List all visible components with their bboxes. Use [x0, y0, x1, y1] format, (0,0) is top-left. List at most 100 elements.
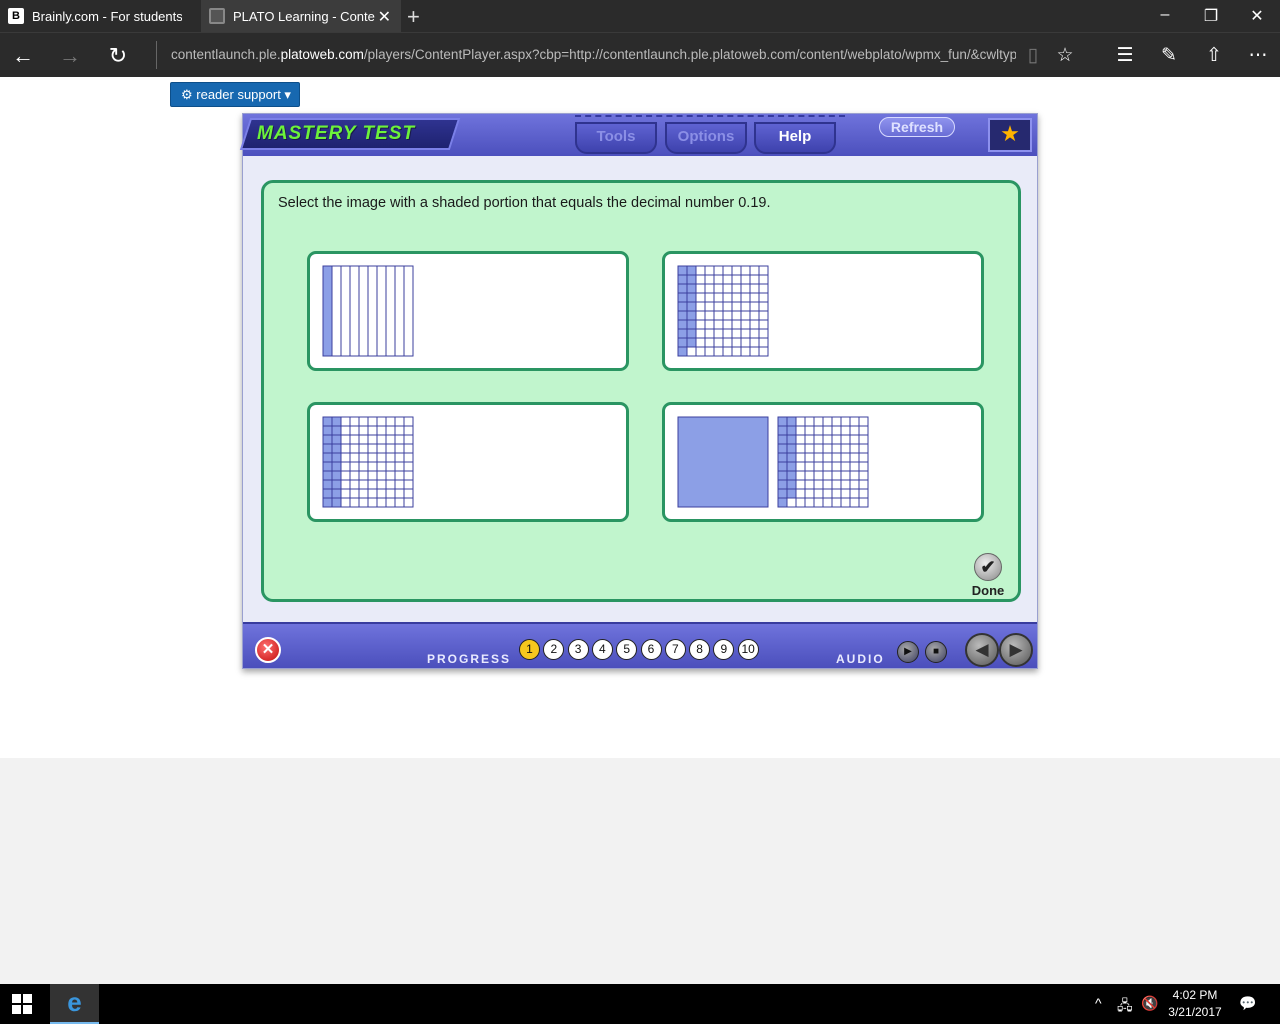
hundredth-grid-cell — [813, 425, 824, 436]
hundredth-grid-cell — [686, 301, 697, 312]
options-menu-button[interactable]: Options — [665, 122, 747, 154]
hundredth-grid-cell — [376, 488, 387, 499]
hundredth-grid-cell — [740, 301, 751, 312]
hundredth-grid-cell — [749, 346, 760, 357]
hundredth-grid-cell — [704, 328, 715, 339]
audio-stop-button[interactable]: ■ — [925, 641, 947, 663]
restore-button[interactable]: ❐ — [1201, 6, 1221, 26]
progress-item[interactable]: 5 — [616, 639, 638, 660]
hundredth-grid-cell — [367, 416, 378, 427]
answer-choice-d[interactable] — [662, 402, 984, 522]
progress-item[interactable]: 1 — [519, 639, 540, 660]
exit-button[interactable]: ✕ — [255, 637, 281, 663]
progress-item[interactable]: 9 — [713, 639, 735, 660]
taskbar-clock[interactable]: 4:02 PM 3/21/2017 — [1160, 987, 1230, 1021]
hundredth-grid-cell — [713, 301, 724, 312]
minimize-button[interactable]: – — [1155, 6, 1175, 24]
hundredth-grid-cell — [722, 337, 733, 348]
reading-view-icon[interactable]: ▯ — [1021, 44, 1045, 67]
refresh-button[interactable]: Refresh — [879, 117, 955, 137]
more-icon[interactable]: ⋯ — [1246, 44, 1270, 67]
answer-choice-b[interactable] — [662, 251, 984, 371]
web-note-icon[interactable]: ✎ — [1157, 44, 1181, 67]
hub-icon[interactable]: ☰ — [1113, 44, 1137, 67]
url-path: /players/ContentPlayer.aspx?cbp=http://c… — [363, 47, 1016, 62]
hundredth-grid-cell — [403, 416, 414, 427]
close-tab-icon[interactable]: ✕ — [378, 7, 391, 27]
progress-item[interactable]: 8 — [689, 639, 711, 660]
hundredth-grid-cell — [367, 434, 378, 445]
progress-item[interactable]: 10 — [737, 639, 759, 660]
refresh-button[interactable]: ↻ — [106, 43, 130, 69]
hundredth-grid-cell — [858, 416, 869, 427]
hundredth-grid-cell — [831, 497, 842, 508]
hundredth-grid-cell — [394, 434, 405, 445]
hundredth-grid-cell — [358, 470, 369, 481]
hundredth-grid-cell — [713, 319, 724, 330]
hundredth-grid-cell — [403, 470, 414, 481]
hundredth-grid-cell — [777, 416, 788, 427]
hundredth-grid-cell — [331, 416, 342, 427]
progress-item[interactable]: 2 — [543, 639, 565, 660]
answer-choice-c[interactable] — [307, 402, 629, 522]
hundredth-grid-cell — [731, 310, 742, 321]
star-icon[interactable]: ★ — [988, 118, 1032, 152]
hundredth-grid-cell — [731, 283, 742, 294]
network-icon[interactable]: 🖧 — [1117, 995, 1133, 1019]
hundredth-grid-cell — [367, 461, 378, 472]
share-icon[interactable]: ⇧ — [1202, 44, 1226, 67]
progress-item[interactable]: 7 — [664, 639, 686, 660]
hundredth-grid-cell — [858, 443, 869, 454]
hundredth-grid-cell — [695, 310, 706, 321]
next-arrow-button[interactable]: ▶ — [999, 633, 1033, 667]
hundredth-grid-cell — [858, 461, 869, 472]
audio-play-button[interactable]: ▶ — [897, 641, 919, 663]
checkmark-icon: ✔ — [974, 553, 1002, 581]
hundredth-grid-cell — [804, 452, 815, 463]
answer-choice-a[interactable] — [307, 251, 629, 371]
edge-browser-icon[interactable]: e — [50, 984, 99, 1024]
hundredth-grid-cell — [849, 452, 860, 463]
hundredth-grid-cell — [695, 301, 706, 312]
hundredth-grid-cell — [731, 265, 742, 276]
new-tab-button[interactable]: + — [407, 4, 420, 30]
whole-and-grid-model — [677, 416, 869, 508]
done-button[interactable]: ✔ Done — [967, 553, 1009, 598]
progress-item[interactable]: 3 — [567, 639, 589, 660]
help-menu-button[interactable]: Help — [754, 122, 836, 154]
tab-brainly[interactable]: B Brainly.com - For students. I — [0, 0, 200, 32]
hundredth-grid-cell — [677, 274, 688, 285]
forward-button[interactable]: → — [58, 43, 82, 69]
tools-menu-button[interactable]: Tools — [575, 122, 657, 154]
windows-start-icon[interactable] — [12, 994, 32, 1014]
hundredth-grid-cell — [795, 497, 806, 508]
hundredth-grid-cell — [758, 310, 769, 321]
hundredth-grid-cell — [376, 479, 387, 490]
address-bar[interactable]: contentlaunch.ple.platoweb.com/players/C… — [156, 41, 1016, 69]
show-hidden-icons-icon[interactable]: ^ — [1095, 995, 1102, 1011]
previous-arrow-button[interactable]: ◀ — [965, 633, 999, 667]
hundredth-grid-cell — [385, 470, 396, 481]
hundredth-grid-cell — [840, 452, 851, 463]
reader-support-button[interactable]: ⚙ reader support ▾ — [170, 82, 300, 107]
hundredth-grid-cell — [722, 328, 733, 339]
back-button[interactable]: ← — [11, 43, 35, 69]
hundredth-grid-cell — [795, 416, 806, 427]
hundredth-grid-cell — [349, 479, 360, 490]
hundredth-grid-cell — [677, 319, 688, 330]
hundredth-grid-cell — [403, 425, 414, 436]
hundredth-grid-cell — [749, 337, 760, 348]
progress-item[interactable]: 6 — [640, 639, 662, 660]
favorite-star-icon[interactable]: ☆ — [1053, 44, 1077, 67]
hundredth-grid-cell — [722, 265, 733, 276]
hundredth-grid-cell — [758, 265, 769, 276]
hundredth-grid-cell — [367, 470, 378, 481]
hundredth-grid-cell — [849, 497, 860, 508]
hundredth-grid-cell — [704, 265, 715, 276]
progress-item[interactable]: 4 — [591, 639, 613, 660]
volume-muted-icon[interactable]: 🔇 — [1141, 995, 1158, 1012]
action-center-icon[interactable]: 💬 — [1239, 995, 1256, 1012]
close-window-button[interactable]: ✕ — [1247, 6, 1267, 26]
hundredth-grid-cell — [394, 488, 405, 499]
tab-plato[interactable]: PLATO Learning - Conte ✕ — [201, 0, 401, 32]
